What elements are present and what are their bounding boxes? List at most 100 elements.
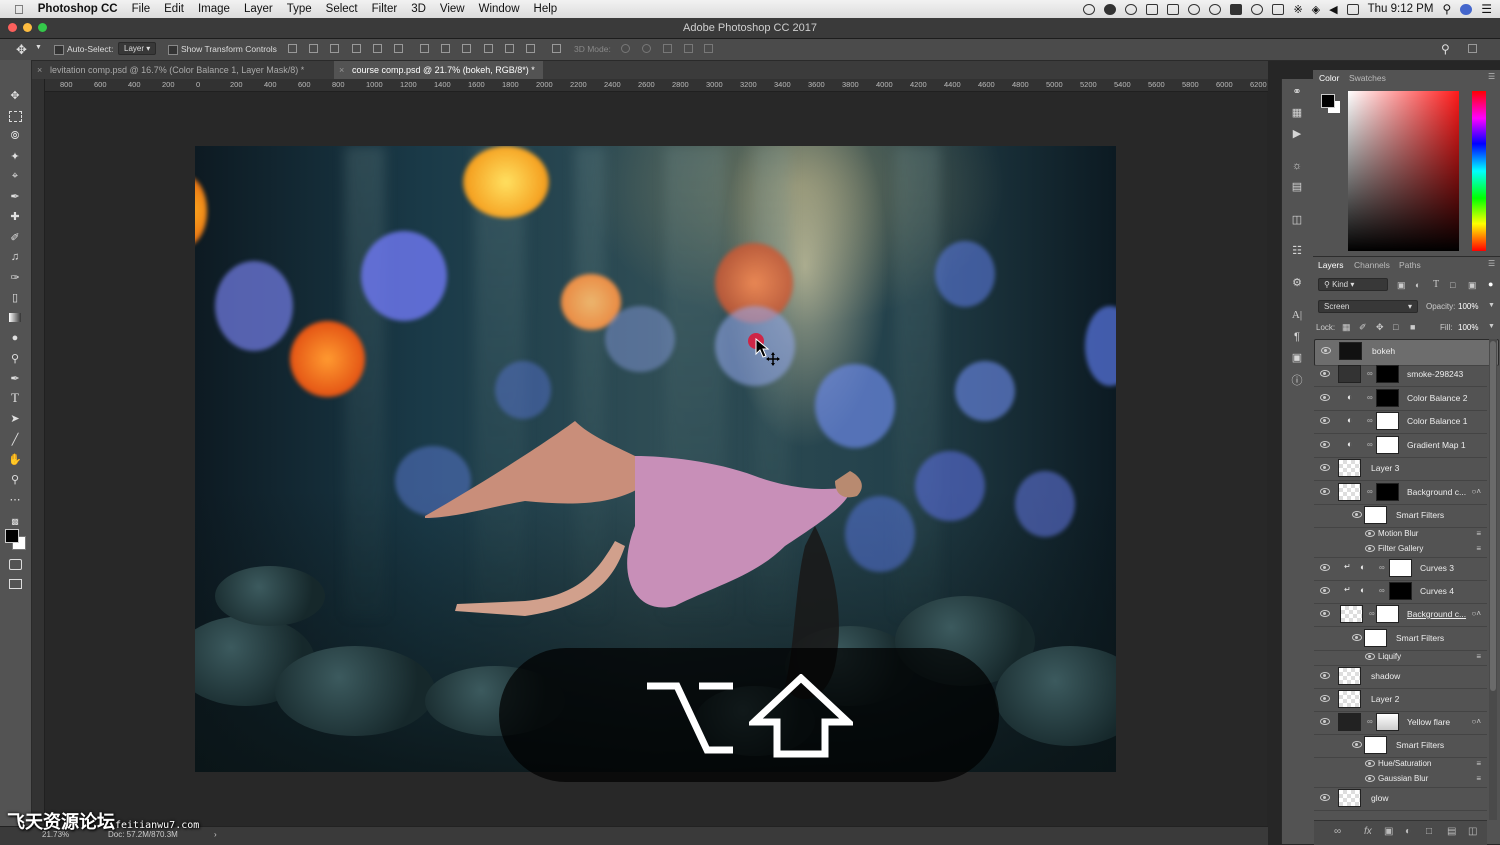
visibility-eye-icon[interactable] [1320,794,1330,801]
status-icon-1[interactable] [1083,3,1096,15]
menu-window[interactable]: Window [472,3,527,15]
layer-row-smart-filters-3[interactable]: Smart Filters [1314,734,1487,758]
hue-slider[interactable] [1472,91,1486,251]
character-icon[interactable]: A| [1290,308,1304,322]
tab-swatches[interactable]: Swatches [1349,73,1386,83]
auto-select-check-box[interactable] [54,44,64,55]
visibility-eye-icon[interactable] [1365,775,1375,782]
auto-select-dropdown[interactable]: Layer ▾ [118,42,157,55]
color-picker-field[interactable] [1348,91,1459,251]
filter-options-icon[interactable]: ≡ [1476,774,1481,783]
distribute-right-icon[interactable] [526,44,535,53]
layer-row-gaussian-blur[interactable]: Gaussian Blur ≡ [1314,772,1487,788]
layer-row-gradient-map-1[interactable]: ◐ ∞ Gradient Map 1 [1314,434,1487,458]
libraries-icon[interactable]: ⚭ [1290,85,1304,99]
3d-rotate-icon[interactable] [621,44,630,53]
tool-preset-dropdown-icon[interactable]: ▼ [35,44,42,51]
flag-icon[interactable] [1346,3,1359,15]
layer-row-curves-3[interactable]: ↵ ◐ ∞ Curves 3 [1314,557,1487,581]
hand-tool-icon[interactable]: ✋ [7,451,23,467]
menu-view[interactable]: View [433,3,472,15]
menu-edit[interactable]: Edit [157,3,191,15]
align-hcenter-icon[interactable] [373,44,382,53]
link-icon[interactable]: ∞ [1367,369,1373,378]
spotlight-search-icon[interactable]: ⚲ [1442,2,1451,16]
actions-play-icon[interactable]: ▶ [1290,127,1304,141]
zoom-tool-icon[interactable]: ⚲ [7,471,23,487]
filter-adjustment-icon[interactable]: ◐ [1415,280,1420,290]
notification-center-icon[interactable]: ☰ [1481,2,1492,16]
info-icon[interactable]: ⓘ [1290,374,1304,388]
color-foreground-swatch[interactable] [1321,94,1335,108]
visibility-eye-icon[interactable] [1320,610,1330,617]
minimize-window-button[interactable] [23,23,32,32]
layer-row-curves-4[interactable]: ↵ ◐ ∞ Curves 4 [1314,580,1487,604]
move-tool-icon[interactable]: ✥ [16,42,27,58]
show-transform-check-box[interactable] [168,44,178,55]
fill-field[interactable]: 100% [1458,323,1478,332]
visibility-eye-icon[interactable] [1320,370,1330,377]
app-menu[interactable]: Photoshop CC [31,3,125,15]
visibility-eye-icon[interactable] [1320,488,1330,495]
siri-icon[interactable] [1460,3,1473,15]
lock-image-icon[interactable]: ✐ [1359,322,1367,333]
menu-image[interactable]: Image [191,3,237,15]
filter-type-icon[interactable]: T [1433,279,1439,290]
lock-all-icon[interactable]: ■ [1410,322,1415,332]
tab-layers[interactable]: Layers [1318,260,1344,270]
distribute-top-icon[interactable] [420,44,429,53]
layer-style-fx-icon[interactable]: fx [1364,826,1372,837]
new-adjustment-icon[interactable]: ◐ [1405,826,1411,837]
tab-color[interactable]: Color [1319,73,1339,83]
zoom-window-button[interactable] [38,23,47,32]
layer-row-shadow[interactable]: shadow [1314,665,1487,689]
link-icon[interactable]: ∞ [1367,440,1373,449]
visibility-eye-icon[interactable] [1320,564,1330,571]
check-circle-icon[interactable] [1188,3,1201,15]
visibility-eye-icon[interactable] [1365,653,1375,660]
history-brush-tool-icon[interactable]: ✑ [7,269,23,285]
clock[interactable]: Thu 9:12 PM [1368,3,1434,15]
blur-tool-icon[interactable]: ● [7,330,23,346]
fill-dropdown-icon[interactable]: ▼ [1488,323,1495,330]
layer-row-glow[interactable]: glow [1314,787,1487,811]
visibility-eye-icon[interactable] [1320,394,1330,401]
gradient-tool-icon[interactable] [7,309,23,325]
show-transform-controls[interactable]: Show Transform Controls [168,44,277,55]
opacity-field[interactable]: 100% [1458,302,1478,311]
tab-levitation-comp[interactable]: × levitation comp.psd @ 16.7% (Color Bala… [32,61,312,79]
paragraph-icon[interactable]: ¶ [1290,330,1304,344]
distribute-bottom-icon[interactable] [462,44,471,53]
history-icon[interactable]: ▦ [1290,106,1304,120]
link-icon[interactable]: ∞ [1367,416,1373,425]
close-tab-icon[interactable]: × [37,61,42,79]
link-icon[interactable]: ∞ [1367,393,1373,402]
visibility-eye-icon[interactable] [1352,511,1362,518]
menu-select[interactable]: Select [319,3,365,15]
opacity-dropdown-icon[interactable]: ▼ [1488,302,1495,309]
path-selection-tool-icon[interactable]: ➤ [7,410,23,426]
visibility-eye-icon[interactable] [1365,545,1375,552]
quick-mask-icon[interactable] [7,556,23,572]
link-icon[interactable]: ∞ [1379,563,1385,572]
layer-row-yellow-flare[interactable]: ∞ Yellow flare ○˄ [1314,711,1487,735]
new-group-icon[interactable]: □ [1426,826,1432,837]
apple-menu-icon[interactable]:  [0,2,31,17]
tab-channels[interactable]: Channels [1354,260,1390,270]
layer-row-background-copy-2[interactable]: ∞ Background c... ○˄ [1314,603,1487,627]
3d-pan-icon[interactable] [663,44,672,53]
line-tool-icon[interactable]: ╱ [7,431,23,447]
glyphs-icon[interactable]: ▣ [1290,351,1304,365]
delete-layer-icon[interactable]: ◫ [1468,826,1477,837]
visibility-eye-icon[interactable] [1352,634,1362,641]
menu-help[interactable]: Help [527,3,565,15]
visibility-eye-icon[interactable] [1352,741,1362,748]
visibility-eye-icon[interactable] [1320,441,1330,448]
layer-row-smart-filters-1[interactable]: Smart Filters [1314,504,1487,528]
scrollbar-thumb[interactable] [1490,341,1496,691]
align-bottom-icon[interactable] [330,44,339,53]
menu-layer[interactable]: Layer [237,3,280,15]
eyedropper-tool-icon[interactable]: ✒ [7,188,23,204]
layer-row-smoke[interactable]: ∞ smoke-298243 [1314,363,1487,387]
visibility-eye-icon[interactable] [1365,760,1375,767]
